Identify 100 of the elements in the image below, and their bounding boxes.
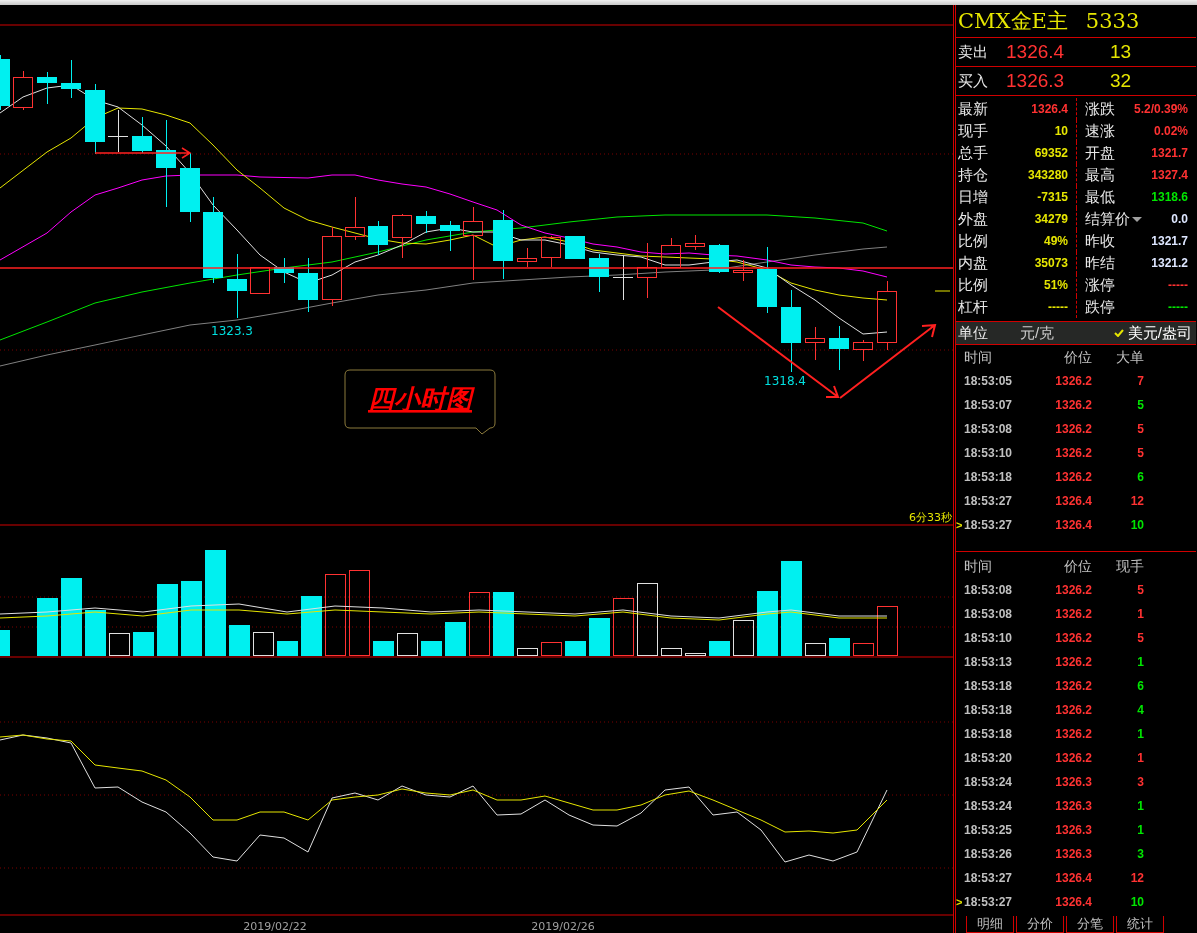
stat-label: 涨跌 [1085,99,1115,119]
volume-bar [709,641,730,656]
instrument-name: CMX金E主 [958,8,1068,35]
stat-value: 51% [1043,278,1068,292]
trade-volume: 6 [1136,679,1144,693]
candlestick [37,71,57,105]
trade-time: 18:53:10 [964,446,1014,460]
candlestick [440,220,460,252]
price-label: 1323.3 [211,324,253,338]
trade-price: 1326.3 [1054,847,1092,861]
volume-bar [877,606,898,656]
quote-price: 1326.4 [1006,41,1066,63]
candlestick [877,280,897,351]
candlestick [132,116,152,154]
quote-volume: 13 [1110,41,1132,63]
trade-volume: 1 [1136,607,1144,621]
stat-label: 杠杆 [958,297,988,317]
candlestick [180,152,200,223]
trade-volume: 3 [1136,775,1144,789]
trade-time: 18:53:27 [964,871,1014,885]
volume-bar [109,633,130,656]
candlestick [85,83,105,155]
unit-option[interactable]: 元/克 [1020,323,1055,343]
date-label: 2019/02/26 [531,920,595,933]
trade-time: 18:53:27 [964,494,1014,508]
trade-volume: 1 [1136,655,1144,669]
trade-volume: 5 [1136,446,1144,460]
stat-label: 跌停 [1085,297,1115,317]
volume-bar [373,641,394,656]
stat-label: 最低 [1085,187,1115,207]
trade-price: 1326.2 [1054,470,1092,484]
stat-label: 涨停 [1085,275,1115,295]
column-header: 大单 [1115,349,1144,367]
volume-bar [613,598,634,656]
quote-price: 1326.3 [1006,70,1066,92]
trade-price: 1326.3 [1054,823,1092,837]
trade-volume: 5 [1136,398,1144,412]
volume-bar [397,633,418,656]
stat-value: 1321.2 [1151,256,1188,270]
trade-time: 18:53:26 [964,847,1014,861]
column-header: 现手 [1115,558,1144,576]
candlestick [345,196,365,241]
stat-label: 现手 [958,121,988,141]
volume-bar [589,618,610,656]
volume-bar [469,592,490,656]
price-marker-line [934,290,951,292]
trade-time: 18:53:18 [964,679,1014,693]
stat-value: ----- [1168,278,1188,292]
countdown-label: 6分33秒 [909,511,952,524]
candlestick [368,220,388,256]
stat-label: 最高 [1085,165,1115,185]
stat-label: 持仓 [958,165,988,185]
stat-value: 69352 [1034,146,1068,160]
volume-bar [685,653,706,656]
stat-value: 34279 [1034,212,1068,226]
trade-time: 18:53:27 [964,895,1014,909]
volume-bar [229,625,250,656]
date-label: 2019/02/22 [243,920,307,933]
unit-option[interactable]: 美元/盎司 [1113,323,1192,343]
trade-price: 1326.2 [1054,751,1092,765]
trade-volume: 3 [1136,847,1144,861]
stat-value: 10 [1054,124,1068,138]
unit-label: 单位 [958,323,989,343]
candlestick [661,237,681,269]
volume-bar [517,648,538,656]
stat-label: 比例 [958,275,988,295]
quote-label: 买入 [958,71,989,91]
candlestick [589,253,609,293]
panel-tab[interactable]: 分笔 [1066,916,1114,933]
panel-tab[interactable]: 明细 [966,916,1014,933]
trade-price: 1326.2 [1054,631,1092,645]
stat-value: 5.2/0.39% [1133,102,1188,116]
trade-time: 18:53:07 [964,398,1014,412]
dropdown-caret-icon[interactable] [1132,216,1142,222]
stat-value: 1327.4 [1151,168,1188,182]
candlestick [709,243,729,274]
trade-volume: 5 [1136,631,1144,645]
candlestick [517,247,537,268]
trade-time: 18:53:27 [964,518,1014,532]
quote-label: 卖出 [958,42,989,62]
candlestick [107,109,129,153]
current-row-marker: > [956,519,963,531]
trade-time: 18:53:18 [964,470,1014,484]
candlestick [805,326,825,361]
stat-value: 343280 [1027,168,1068,182]
current-row-marker: > [956,896,963,908]
column-header: 价位 [1063,558,1092,576]
candlestick [541,235,561,268]
panel-tab[interactable]: 统计 [1116,916,1164,933]
candlestick [612,255,634,301]
trade-price: 1326.3 [1054,775,1092,789]
trade-time: 18:53:08 [964,583,1014,597]
stat-value: 0.0 [1171,212,1188,226]
panel-tab[interactable]: 分价 [1016,916,1064,933]
column-header: 价位 [1063,349,1092,367]
candlestick [565,235,585,260]
stat-value: 49% [1043,234,1068,248]
trade-volume: 10 [1129,518,1144,532]
trade-volume: 6 [1136,470,1144,484]
trade-volume: 1 [1136,799,1144,813]
